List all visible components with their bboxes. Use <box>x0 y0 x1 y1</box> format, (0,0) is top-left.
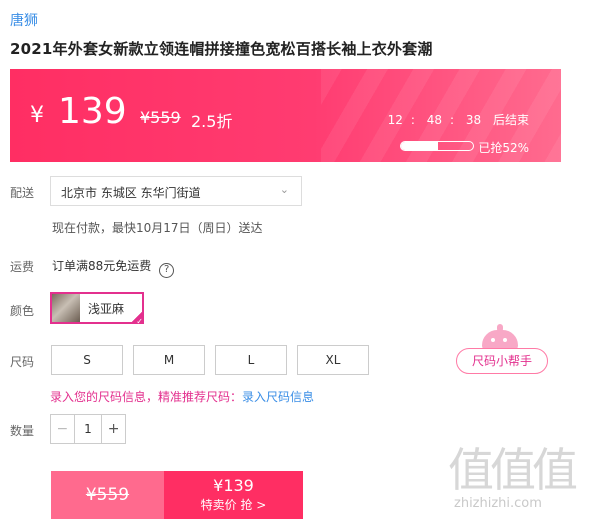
size-option-l[interactable]: L <box>215 345 287 375</box>
color-thumbnail <box>52 294 80 322</box>
delivery-eta: 现在付款，最快10月17日（周日）送达 <box>52 221 263 235</box>
sold-progress-bar <box>400 141 474 151</box>
shipping-label: 运费 <box>10 260 35 274</box>
countdown-suffix: 后结束 <box>492 113 529 127</box>
size-tip: 录入您的尺码信息，精准推荐尺码：录入尺码信息 <box>50 388 314 405</box>
brand-name[interactable]: 唐狮 <box>10 10 38 30</box>
shipping-text: 订单满88元免运费 <box>52 259 152 273</box>
quantity-label: 数量 <box>10 424 35 438</box>
buy-now-button[interactable]: ¥139 特卖价 抢 > <box>164 471 303 519</box>
selected-check-icon <box>130 310 144 326</box>
watermark-url: zhizhizhi.com <box>454 496 542 511</box>
color-name: 浅亚麻 <box>88 301 125 316</box>
color-label: 颜色 <box>10 304 35 318</box>
size-tip-text: 录入您的尺码信息，精准推荐尺码： <box>50 390 243 404</box>
discount-rate: 2.5折 <box>191 112 233 131</box>
site-watermark: 值值值 zhizhizhi.com <box>448 444 588 511</box>
watermark-logo: 值值值 <box>448 443 578 497</box>
quantity-input[interactable]: 1 <box>75 415 102 443</box>
question-circle-icon[interactable]: ? <box>159 263 175 278</box>
delivery-label: 配送 <box>10 186 35 200</box>
quantity-decrease-button[interactable]: − <box>51 415 75 443</box>
countdown-minutes: 48 <box>426 113 442 127</box>
product-title: 2021年外套女新款立领连帽拼接撞色宽松百搭长袖上衣外套潮 <box>10 40 433 58</box>
size-option-s[interactable]: S <box>51 345 123 375</box>
shipping-info: 订单满88元免运费 ? <box>52 257 175 278</box>
countdown-timer: 12: 48: 38 后结束 <box>387 113 529 127</box>
quantity-stepper: − 1 + <box>50 414 126 444</box>
buy-action-label: 特卖价 抢 > <box>200 498 267 512</box>
size-label: 尺码 <box>10 355 35 369</box>
countdown-hours: 12 <box>387 113 403 127</box>
address-value: 北京市 东城区 东华门街道 <box>61 186 201 200</box>
sold-progress-fill <box>401 142 439 150</box>
chevron-down-icon: ⌄ <box>279 183 289 196</box>
sold-percentage: 已抢52% <box>478 141 529 155</box>
address-selector[interactable]: 北京市 东城区 东华门街道 ⌄ <box>50 176 302 206</box>
color-option-selected[interactable]: 浅亚麻 <box>50 292 144 326</box>
original-price: ¥559 <box>140 108 181 127</box>
flash-sale-banner: ¥ 139 ¥559 2.5折 12: 48: 38 后结束 已抢52% <box>10 69 561 162</box>
size-helper[interactable]: 尺码小帮手 <box>456 324 548 376</box>
sale-price: 139 <box>58 91 127 132</box>
buy-price: ¥139 <box>213 476 254 495</box>
size-tip-link[interactable]: 录入尺码信息 <box>242 390 314 404</box>
quantity-increase-button[interactable]: + <box>101 415 125 443</box>
countdown-seconds: 38 <box>465 113 482 127</box>
buy-original-price[interactable]: ¥559 <box>51 471 164 519</box>
currency-symbol: ¥ <box>30 103 44 128</box>
size-helper-button[interactable]: 尺码小帮手 <box>456 348 548 374</box>
size-option-m[interactable]: M <box>133 345 205 375</box>
size-option-xl[interactable]: XL <box>297 345 369 375</box>
